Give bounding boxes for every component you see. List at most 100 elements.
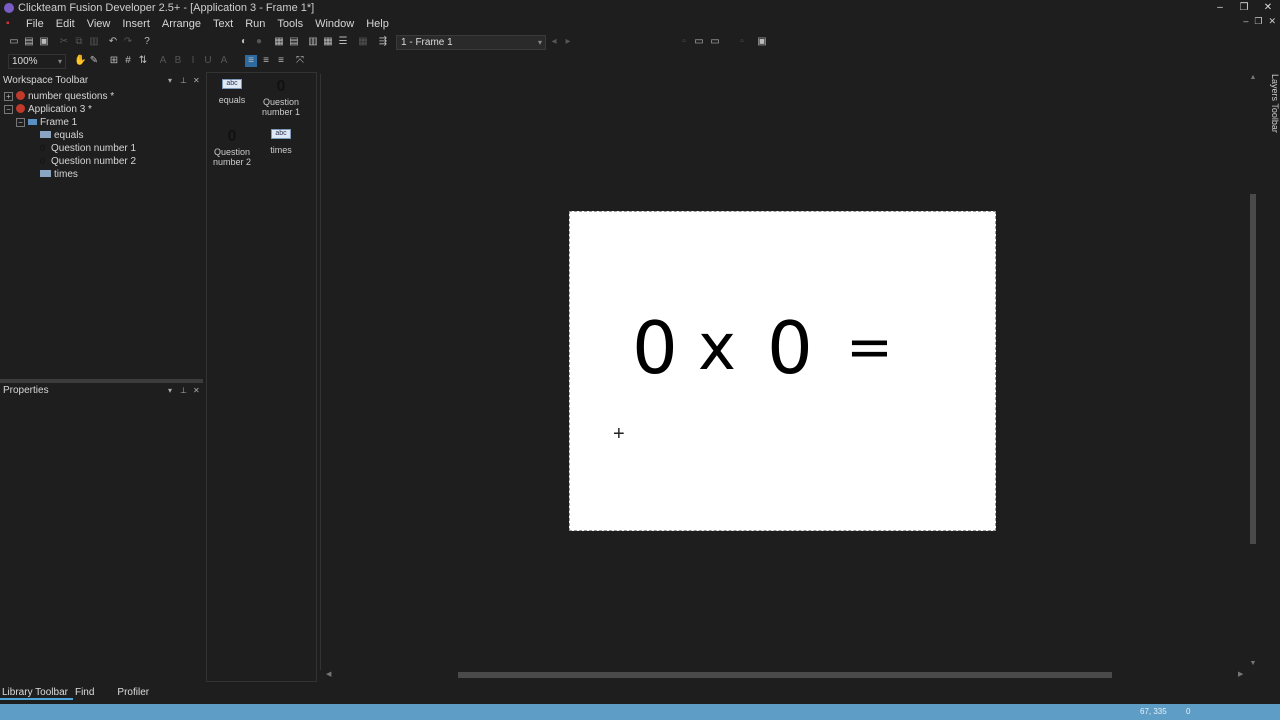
fullscreen-icon[interactable]: ▫ [736,36,748,48]
menu-tools[interactable]: Tools [271,18,309,30]
font-color-icon[interactable]: A [218,55,230,67]
horizontal-scrollbar[interactable]: ◀ ▶ [320,670,1248,680]
frame-canvas[interactable]: 0 x 0 = [569,211,996,531]
close-icon[interactable]: ✕ [193,76,200,85]
doc-restore-button[interactable]: ❐ [1254,16,1262,27]
next-frame-icon[interactable]: ▸ [562,36,574,48]
tree-item-number-questions[interactable]: + number questions * [4,90,114,103]
align-center-icon[interactable]: ≡ [260,55,272,67]
align-left-icon[interactable]: ≡ [245,55,257,67]
cut-icon[interactable]: ✂ [58,36,70,48]
chevron-down-icon[interactable]: ▾ [168,76,172,85]
level-editor-icon[interactable]: ▦ [322,36,334,48]
close-icon[interactable]: ✕ [193,386,200,395]
copy-icon[interactable]: ⧉ [73,36,85,48]
menu-arrange[interactable]: Arrange [156,18,207,30]
new-icon[interactable]: ▭ [8,36,20,48]
frame-nav-icon[interactable]: ⇶ [377,36,389,48]
tree-item-times[interactable]: times [40,168,78,181]
properties-panel: Properties ▾ ⊥ ✕ [0,383,203,683]
tab-library-toolbar[interactable]: Library Toolbar [0,686,73,700]
chevron-down-icon: ▾ [537,38,542,47]
text-style-icon[interactable]: A [157,55,169,67]
tree-item-equals[interactable]: equals [40,129,83,142]
question-number-2-counter[interactable]: 0 [767,312,813,384]
run-app-icon[interactable]: ◐ [238,36,250,48]
chevron-down-icon[interactable]: ▾ [168,386,172,395]
tools-icon[interactable]: ▣ [756,36,768,48]
frame-editor-icon[interactable]: ▥ [307,36,319,48]
vertical-scroll-thumb[interactable] [1250,194,1256,544]
tree-item-question-number-2[interactable]: 0 Question number 2 [40,155,136,168]
open-icon[interactable]: ▤ [23,36,35,48]
minimize-button[interactable]: – [1208,0,1232,16]
times-text[interactable]: x [698,312,736,384]
menu-view[interactable]: View [81,18,117,30]
layers-toolbar-tab[interactable]: Layers Toolbar [1262,74,1280,134]
collapse-icon[interactable]: − [16,118,25,127]
collapse-icon[interactable]: − [4,105,13,114]
bold-icon[interactable]: B [172,55,184,67]
menu-file[interactable]: File [20,18,50,30]
tab-find[interactable]: Find [73,686,99,700]
resize-icon[interactable]: ⤧ [294,55,306,67]
menu-text[interactable]: Text [207,18,239,30]
horizontal-scroll-thumb[interactable] [458,672,1112,678]
equals-text[interactable]: = [846,312,893,384]
event-list-icon[interactable]: ☰ [337,36,349,48]
align-right-icon[interactable]: ≡ [275,55,287,67]
tree-item-application-3[interactable]: − Application 3 * [4,103,92,116]
tab-profiler[interactable]: Profiler [115,686,154,700]
scroll-up-icon[interactable]: ▲ [1248,74,1258,81]
data-elements-icon[interactable]: ▦ [357,36,369,48]
snap-icon[interactable]: ⊞ [108,55,120,67]
scroll-right-icon[interactable]: ▶ [1238,670,1243,678]
italic-icon[interactable]: I [187,55,199,67]
redo-icon[interactable]: ↷ [122,36,134,48]
vertical-scrollbar[interactable]: ▲ ▼ [1248,74,1258,670]
display-mode-icon[interactable]: ▭ [709,36,721,48]
tree-item-question-number-1[interactable]: 0 Question number 1 [40,142,136,155]
align-icon[interactable]: ⇅ [137,55,149,67]
menu-insert[interactable]: Insert [116,18,156,30]
frame-dropdown[interactable]: 1 - Frame 1 ▾ [396,35,546,50]
underline-icon[interactable]: U [202,55,214,67]
close-button[interactable]: ✕ [1256,0,1280,16]
frame-window-icon[interactable]: ▭ [693,36,705,48]
help-icon[interactable]: ? [141,36,153,48]
scroll-left-icon[interactable]: ◀ [326,670,331,678]
expand-icon[interactable]: + [4,92,13,101]
scroll-down-icon[interactable]: ▼ [1248,660,1258,667]
object-times[interactable]: abc times [256,129,306,155]
zoom-dropdown[interactable]: 100% ▾ [8,54,66,69]
menu-run[interactable]: Run [239,18,271,30]
tree-item-frame-1[interactable]: − Frame 1 [16,116,77,129]
object-question-number-1[interactable]: 0 Question number 1 [256,79,306,118]
doc-minimize-button[interactable]: – [1243,16,1248,27]
document-icon[interactable]: ▪ [6,19,16,29]
menu-edit[interactable]: Edit [50,18,81,30]
grid-icon[interactable]: ▫ [678,36,690,48]
frame-dropdown-value: 1 - Frame 1 [401,37,453,48]
pin-icon[interactable]: ⊥ [180,386,187,395]
object-equals[interactable]: abc equals [207,79,257,105]
paste-icon[interactable]: ▥ [88,36,100,48]
prev-frame-icon[interactable]: ◂ [548,36,560,48]
storyboard-icon[interactable]: ▦ [273,36,285,48]
object-question-number-2[interactable]: 0 Question number 2 [207,129,257,168]
menu-window[interactable]: Window [309,18,360,30]
question-number-1-counter[interactable]: 0 [632,312,678,384]
pencil-icon[interactable]: ✎ [88,55,100,67]
event-editor-icon[interactable]: ▤ [288,36,300,48]
zoom-value: 100% [12,56,38,67]
stop-icon[interactable]: ● [253,36,265,48]
grid-toggle-icon[interactable]: # [122,55,134,67]
application-icon [16,91,25,100]
save-icon[interactable]: ▣ [38,36,50,48]
doc-close-button[interactable]: ✕ [1268,16,1276,27]
pin-icon[interactable]: ⊥ [180,76,187,85]
hand-tool-icon[interactable]: ✋ [74,55,86,67]
restore-button[interactable]: ❐ [1232,0,1256,16]
menu-help[interactable]: Help [360,18,395,30]
undo-icon[interactable]: ↶ [107,36,119,48]
